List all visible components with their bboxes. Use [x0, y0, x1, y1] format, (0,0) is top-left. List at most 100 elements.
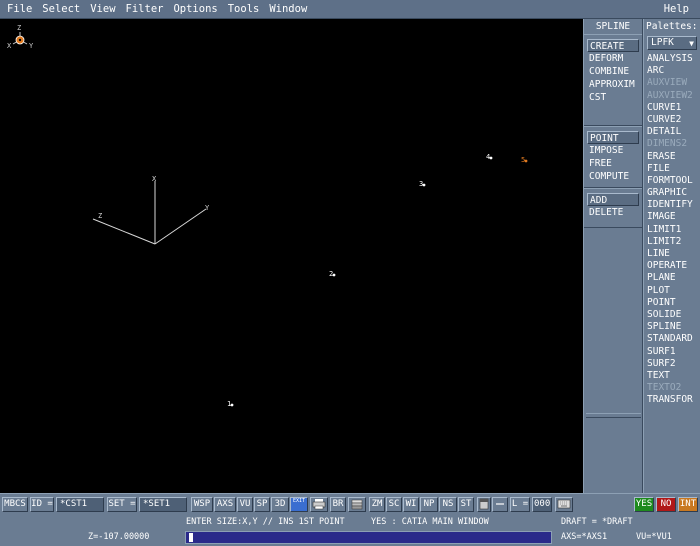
- palette-item-identify[interactable]: IDENTIFY: [644, 199, 700, 211]
- corner-axis-x: X: [7, 42, 12, 50]
- l-field[interactable]: 000: [532, 497, 552, 512]
- palette-select[interactable]: LPFK ▼: [647, 36, 697, 50]
- palette-item-surf2[interactable]: SURF2: [644, 358, 700, 370]
- palette-item-auxview2[interactable]: AUXVIEW2: [644, 90, 700, 102]
- point-5[interactable]: 5: [521, 156, 528, 164]
- fn-cst[interactable]: CST: [587, 91, 639, 104]
- fn-approxim[interactable]: APPROXIM: [587, 78, 639, 91]
- palette-item-detail[interactable]: DETAIL: [644, 126, 700, 138]
- palette-item-standard[interactable]: STANDARD: [644, 333, 700, 345]
- menu-tools[interactable]: Tools: [227, 3, 261, 15]
- palette-panel: Palettes: LPFK ▼ ANALYSIS ARC AUXVIEW AUXVI…: [643, 19, 700, 493]
- zm-button[interactable]: ZM: [369, 497, 385, 512]
- point-label: 3: [419, 180, 423, 188]
- palette-list: ANALYSIS ARC AUXVIEW AUXVIEW2 CURVE1 CURVE2 DE…: [644, 53, 700, 406]
- palette-item-analysis[interactable]: ANALYSIS: [644, 53, 700, 65]
- axis-label-y: Y: [205, 204, 210, 212]
- dash-icon[interactable]: [492, 497, 508, 512]
- fn-compute[interactable]: COMPUTE: [587, 170, 639, 183]
- fn-point[interactable]: POINT: [587, 131, 639, 144]
- status-bar-top: ENTER SIZE:X,Y // INS 1ST POINT YES : CA…: [0, 514, 700, 529]
- vu-button[interactable]: VU: [237, 497, 253, 512]
- menu-select[interactable]: Select: [41, 3, 81, 15]
- set-field[interactable]: *SET1: [139, 497, 187, 512]
- np-button[interactable]: NP: [420, 497, 438, 512]
- palette-item-operate[interactable]: OPERATE: [644, 260, 700, 272]
- palette-item-solide[interactable]: SOLIDE: [644, 309, 700, 321]
- palette-item-image[interactable]: IMAGE: [644, 211, 700, 223]
- axis-triad: X Z Y: [92, 175, 210, 245]
- set-label: SET =: [107, 497, 137, 512]
- menu-file[interactable]: File: [6, 3, 33, 15]
- function-panel-title: SPLINE: [595, 21, 631, 32]
- point-3[interactable]: 3: [419, 180, 426, 188]
- palette-item-point[interactable]: POINT: [644, 297, 700, 309]
- axis-label-z: Z: [98, 212, 102, 220]
- stack-icon[interactable]: [348, 497, 366, 512]
- palette-item-plane[interactable]: PLANE: [644, 272, 700, 284]
- palette-item-formtool[interactable]: FORMTOOL: [644, 175, 700, 187]
- vu-indicator: VU=*VU1: [636, 532, 672, 542]
- fn-create[interactable]: CREATE: [587, 39, 639, 52]
- palette-item-curve1[interactable]: CURVE1: [644, 102, 700, 114]
- fn-impose[interactable]: IMPOSE: [587, 144, 639, 157]
- sc-button[interactable]: SC: [386, 497, 402, 512]
- window-icon[interactable]: [477, 497, 491, 512]
- menu-options[interactable]: Options: [172, 3, 218, 15]
- palette-item-spline[interactable]: SPLINE: [644, 321, 700, 333]
- axis-label-x: X: [152, 175, 157, 183]
- palette-item-dimens2[interactable]: DIMENS2: [644, 138, 700, 150]
- point-4[interactable]: 4: [486, 153, 493, 161]
- 3d-button[interactable]: 3D: [271, 497, 289, 512]
- command-input[interactable]: [185, 531, 552, 544]
- palette-item-transfor[interactable]: TRANSFOR: [644, 394, 700, 406]
- palette-panel-title: Palettes:: [646, 21, 698, 32]
- int-button[interactable]: INT: [678, 497, 698, 512]
- palette-item-surf1[interactable]: SURF1: [644, 346, 700, 358]
- palette-item-erase[interactable]: ERASE: [644, 151, 700, 163]
- l-label: L =: [510, 497, 530, 512]
- palette-item-text[interactable]: TEXT: [644, 370, 700, 382]
- sp-button[interactable]: SP: [254, 497, 270, 512]
- point-1[interactable]: 1: [227, 400, 234, 408]
- palette-item-limit2[interactable]: LIMIT2: [644, 236, 700, 248]
- ns-button[interactable]: NS: [439, 497, 457, 512]
- mbcs-button[interactable]: MBCS: [2, 497, 28, 512]
- st-button[interactable]: ST: [458, 497, 474, 512]
- palette-item-arc[interactable]: ARC: [644, 65, 700, 77]
- menu-help[interactable]: Help: [663, 3, 690, 15]
- fn-deform[interactable]: DEFORM: [587, 52, 639, 65]
- palette-item-plot[interactable]: PLOT: [644, 285, 700, 297]
- palette-item-file[interactable]: FILE: [644, 163, 700, 175]
- corner-axis-icon: Z X Y: [7, 24, 34, 50]
- palette-item-graphic[interactable]: GRAPHIC: [644, 187, 700, 199]
- palette-item-auxview[interactable]: AUXVIEW: [644, 77, 700, 89]
- wi-button[interactable]: WI: [403, 497, 419, 512]
- no-button[interactable]: NO: [656, 497, 676, 512]
- axs-button[interactable]: AXS: [214, 497, 236, 512]
- menu-window[interactable]: Window: [268, 3, 308, 15]
- br-button[interactable]: BR: [330, 497, 346, 512]
- keyboard-icon[interactable]: [555, 497, 573, 512]
- menu-filter[interactable]: Filter: [125, 3, 165, 15]
- point-2[interactable]: 2: [329, 270, 336, 278]
- fn-add[interactable]: ADD: [587, 193, 639, 206]
- menu-view[interactable]: View: [89, 3, 116, 15]
- text-cursor: [189, 533, 193, 542]
- palette-item-line[interactable]: LINE: [644, 248, 700, 260]
- wsp-button[interactable]: WSP: [191, 497, 213, 512]
- printer-icon[interactable]: [310, 497, 328, 512]
- yes-button[interactable]: YES: [634, 497, 654, 512]
- graphic-viewport[interactable]: Z X Y X Z Y 1 2 3 4 5: [0, 19, 583, 493]
- fn-combine[interactable]: COMBINE: [587, 65, 639, 78]
- axs-indicator: AXS=*AXS1: [561, 532, 608, 542]
- palette-item-limit1[interactable]: LIMIT1: [644, 224, 700, 236]
- exit-button[interactable]: EXIT: [290, 497, 308, 512]
- palette-item-curve2[interactable]: CURVE2: [644, 114, 700, 126]
- palette-select-value: LPFK: [651, 37, 674, 48]
- palette-item-texto2[interactable]: TEXTO2: [644, 382, 700, 394]
- fn-free[interactable]: FREE: [587, 157, 639, 170]
- fn-delete[interactable]: DELETE: [587, 206, 639, 219]
- panel-resize-handle[interactable]: [586, 413, 641, 418]
- id-field[interactable]: *CST1: [56, 497, 104, 512]
